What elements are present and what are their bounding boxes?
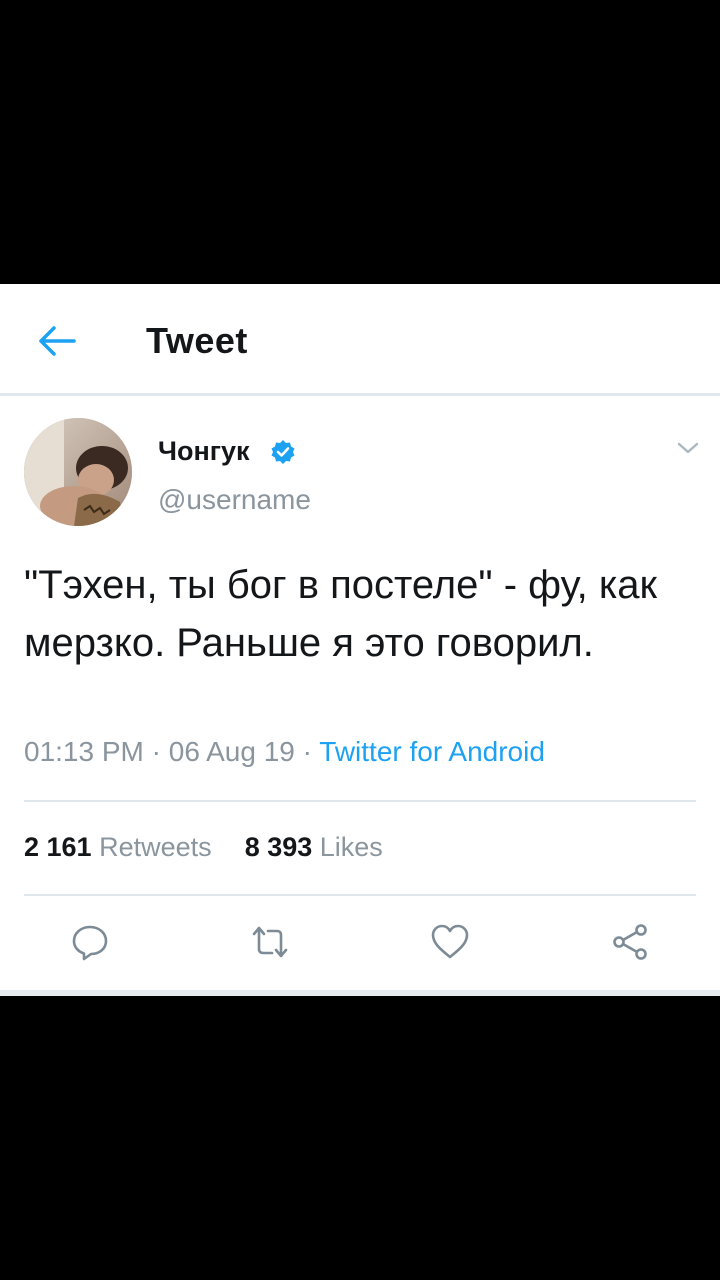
likes-stat[interactable]: 8 393 Likes	[245, 832, 383, 862]
separator: ·	[302, 736, 312, 767]
top-bar: Tweet	[0, 284, 720, 396]
retweets-stat[interactable]: 2 161 Retweets	[24, 832, 219, 862]
heart-icon[interactable]	[430, 922, 470, 962]
tweet-screen: Tweet Чонгук @username "Тэхен, ты бог в …	[0, 284, 720, 996]
retweets-label: Retweets	[99, 832, 212, 862]
divider	[24, 800, 696, 802]
author-name[interactable]: Чонгук	[158, 436, 250, 467]
bottom-border	[0, 990, 720, 996]
retweets-count: 2 161	[24, 832, 92, 862]
author-handle[interactable]: @username	[158, 484, 311, 516]
avatar[interactable]	[24, 418, 132, 526]
verified-badge-icon	[271, 440, 295, 464]
tweet-date: 06 Aug 19	[168, 736, 295, 767]
likes-label: Likes	[319, 832, 383, 862]
tweet-meta: 01:13 PM · 06 Aug 19 · Twitter for Andro…	[24, 736, 545, 768]
share-icon[interactable]	[610, 922, 650, 962]
page-title: Tweet	[146, 320, 248, 361]
arrow-left-icon[interactable]	[36, 324, 76, 358]
tweet-text: "Тэхен, ты бог в постеле" - фу, как мерз…	[24, 563, 657, 665]
tweet-source-link[interactable]: Twitter for Android	[319, 736, 545, 767]
likes-count: 8 393	[244, 832, 313, 862]
chevron-down-icon[interactable]	[674, 438, 702, 458]
tweet-stats: 2 161 Retweets 8 393 Likes	[24, 832, 383, 863]
avatar-image	[24, 418, 132, 526]
reply-icon[interactable]	[70, 922, 110, 962]
divider	[24, 894, 696, 896]
separator: ·	[151, 736, 161, 767]
retweet-icon[interactable]	[250, 922, 290, 962]
tweet-time: 01:13 PM	[24, 736, 144, 767]
